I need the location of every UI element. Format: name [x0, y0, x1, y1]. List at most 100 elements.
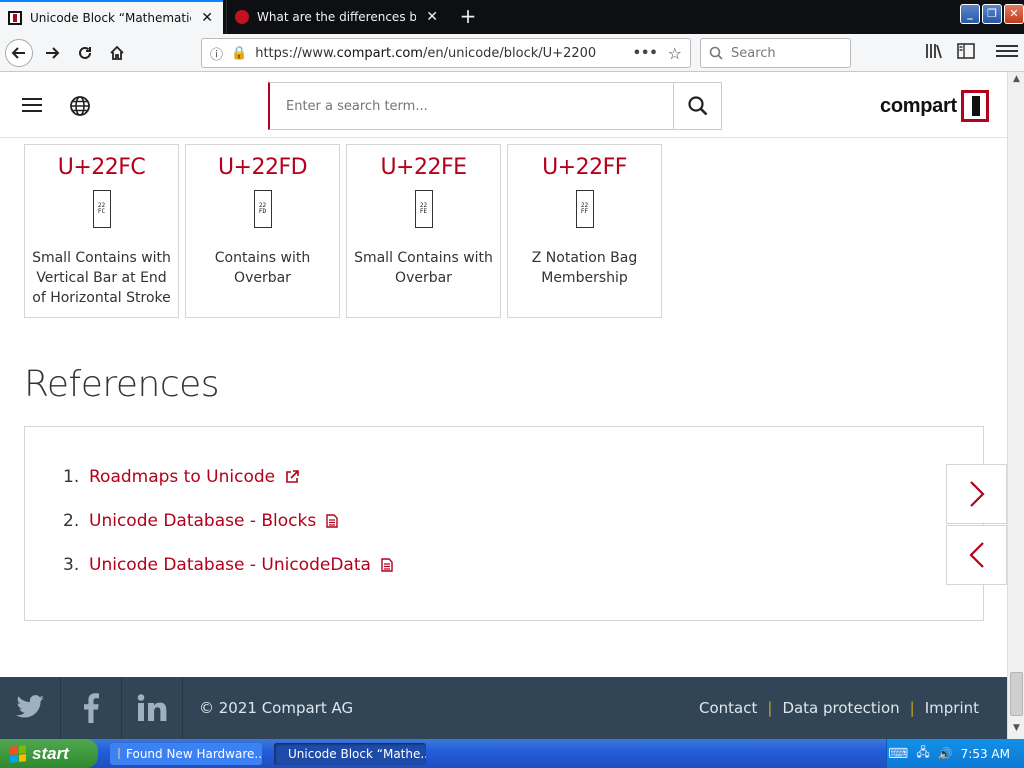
facebook-link[interactable] [61, 677, 122, 739]
clock[interactable]: 7:53 AM [961, 747, 1010, 761]
site-favicon-icon [235, 10, 249, 24]
menu-icon[interactable] [22, 98, 42, 112]
minimize-button[interactable]: _ [960, 4, 980, 24]
character-code: U+22FE [380, 155, 467, 180]
character-name: Small Contains with Overbar [354, 250, 493, 286]
taskbar-item-unicode-block[interactable]: Unicode Block “Mathe... [274, 742, 426, 765]
taskbar-item-found-new-hardware[interactable]: Found New Hardware... [110, 742, 262, 765]
start-button[interactable]: start [0, 739, 98, 768]
chevron-right-icon [969, 481, 985, 507]
compart-favicon-icon [8, 11, 22, 25]
bookmark-star-icon[interactable]: ☆ [668, 44, 682, 63]
scroll-up-arrow-icon[interactable]: ▲ [1010, 74, 1023, 88]
volume-icon[interactable]: 🔊 [938, 747, 953, 761]
character-card-22fc[interactable]: U+22FC 22 FC Small Contains with Vertica… [24, 144, 179, 318]
external-link-icon [286, 470, 299, 483]
tab-title: Unicode Block “Mathematical Oper [30, 11, 191, 25]
back-arrow-icon [11, 47, 25, 59]
forward-button[interactable] [38, 39, 66, 67]
new-tab-button[interactable]: + [456, 5, 480, 29]
footer-separator: | [909, 699, 915, 717]
document-icon [381, 558, 393, 572]
close-tab-icon[interactable]: ✕ [424, 9, 440, 25]
window-app-icon [118, 748, 120, 759]
tab-differences[interactable]: What are the differences between ✕ [226, 0, 448, 34]
reference-number: 3. [63, 555, 80, 575]
window-close-button[interactable]: ✕ [1004, 4, 1024, 24]
window-controls: _ ❐ ✕ [960, 4, 1024, 24]
lock-icon: 🔒 [231, 45, 248, 61]
search-icon [709, 46, 723, 60]
search-icon [687, 96, 707, 116]
scrollbar-thumb[interactable] [1010, 672, 1023, 716]
copyright-text: © 2021 Compart AG [199, 699, 354, 717]
character-card-22ff[interactable]: U+22FF 22 FF Z Notation Bag Membership [507, 144, 662, 318]
footer-separator: | [767, 699, 773, 717]
site-search-box [268, 82, 722, 130]
home-icon [110, 45, 124, 60]
linkedin-link[interactable] [122, 677, 183, 739]
windows-taskbar: start Found New Hardware... Unicode Bloc… [0, 739, 1024, 768]
logo-mark-icon [960, 90, 989, 122]
keyboard-icon[interactable]: ⌨ [888, 746, 908, 762]
chevron-left-icon [968, 542, 984, 568]
windows-logo-icon [10, 744, 26, 763]
taskbar-item-label: Unicode Block “Mathe... [288, 746, 426, 761]
site-header: compart [0, 72, 1007, 138]
scroll-down-arrow-icon[interactable]: ▼ [1010, 723, 1023, 737]
footer-links: Contact | Data protection | Imprint [699, 699, 979, 717]
main-content: U+22FC 22 FC Small Contains with Vertica… [0, 138, 1007, 677]
page-scrollbar[interactable]: ▲ ▼ [1007, 72, 1024, 739]
navigation-toolbar: ⓘ 🔒 https://www.compart.com/en/unicode/b… [0, 34, 1024, 72]
twitter-icon [16, 695, 44, 718]
url-actions: ••• ☆ [633, 44, 682, 63]
character-glyph: 22 FF [575, 190, 594, 228]
reload-button[interactable] [71, 39, 99, 67]
home-button[interactable] [103, 39, 131, 67]
character-code: U+22FF [542, 155, 627, 180]
library-icon[interactable] [925, 43, 943, 63]
site-search-button[interactable] [673, 83, 721, 129]
character-card-22fe[interactable]: U+22FE 22 FE Small Contains with Overbar [346, 144, 501, 318]
close-tab-icon[interactable]: ✕ [199, 10, 215, 26]
back-button[interactable] [5, 39, 33, 67]
footer-link-contact[interactable]: Contact [699, 699, 757, 717]
url-path: /en/unicode/block/U+2200 [422, 45, 597, 61]
sidebar-toggle-icon[interactable] [957, 43, 975, 63]
reference-link[interactable]: Unicode Database - Blocks [89, 511, 316, 531]
browser-search-box[interactable]: Search [700, 38, 851, 68]
character-name: Small Contains with Vertical Bar at End … [32, 250, 171, 306]
reference-item: 2. Unicode Database - Blocks [63, 511, 338, 531]
browser-tab-strip: Unicode Block “Mathematical Oper ✕ What … [0, 0, 1024, 34]
tab-unicode-block[interactable]: Unicode Block “Mathematical Oper ✕ [0, 0, 223, 34]
site-search-input[interactable] [270, 83, 673, 129]
network-icon[interactable]: 🖧 [916, 743, 929, 764]
browser-menu-icon[interactable] [996, 42, 1018, 62]
next-arrow-button[interactable] [946, 464, 1007, 524]
url-text: https://www.compart.com/en/unicode/block… [255, 46, 596, 61]
reference-item: 3. Unicode Database - UnicodeData [63, 555, 393, 575]
info-icon[interactable]: ⓘ [210, 44, 223, 63]
globe-icon[interactable] [69, 95, 91, 120]
restore-button[interactable]: ❐ [982, 4, 1002, 24]
character-glyph: 22 FC [92, 190, 111, 228]
character-card-22fd[interactable]: U+22FD 22 FD Contains with Overbar [185, 144, 340, 318]
reference-number: 2. [63, 511, 80, 531]
forward-arrow-icon [46, 47, 60, 59]
previous-arrow-button[interactable] [946, 525, 1007, 585]
footer-link-data-protection[interactable]: Data protection [782, 699, 899, 717]
character-code: U+22FC [57, 155, 146, 180]
start-label: start [32, 743, 69, 763]
address-bar[interactable]: ⓘ 🔒 https://www.compart.com/en/unicode/b… [201, 38, 691, 68]
document-icon [326, 514, 338, 528]
compart-logo[interactable]: compart [880, 90, 989, 122]
page-actions-icon[interactable]: ••• [633, 46, 658, 61]
url-domain: compart.com [336, 45, 423, 61]
footer-link-imprint[interactable]: Imprint [925, 699, 979, 717]
character-name: Contains with Overbar [214, 250, 311, 286]
reference-link[interactable]: Unicode Database - UnicodeData [89, 555, 371, 575]
site-footer: © 2021 Compart AG Contact | Data protect… [0, 677, 1007, 739]
references-heading: References [24, 364, 220, 405]
twitter-link[interactable] [0, 677, 61, 739]
reference-link[interactable]: Roadmaps to Unicode [89, 467, 275, 487]
